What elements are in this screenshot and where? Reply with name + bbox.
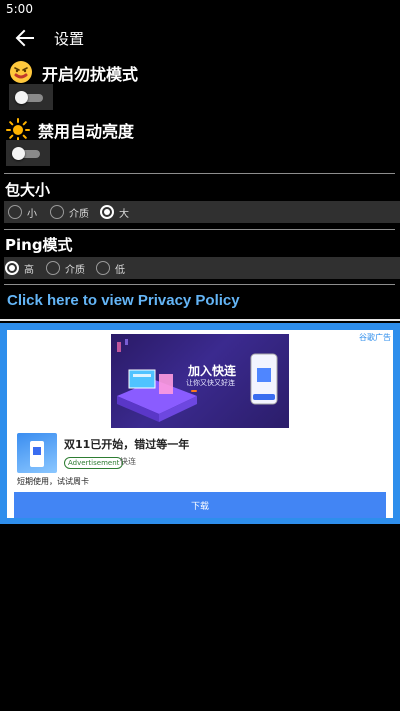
package-size-option-small[interactable]: 小 bbox=[8, 201, 37, 223]
auto-brightness-toggle-thumb bbox=[12, 147, 25, 160]
divider bbox=[4, 173, 395, 174]
banner-subtitle: 让你又快又好连 bbox=[186, 379, 235, 387]
setting-dnd: 开启勿扰模式 bbox=[0, 60, 400, 112]
ad-headline[interactable]: 双11已开始，错过等一年 bbox=[64, 436, 189, 452]
ad-advertiser: 快连 bbox=[120, 457, 136, 466]
radio-label: 大 bbox=[119, 208, 129, 220]
auto-brightness-toggle[interactable] bbox=[6, 140, 50, 166]
status-time: 5:00 bbox=[6, 2, 33, 16]
radio-circle bbox=[8, 205, 22, 219]
radio-circle bbox=[96, 261, 110, 275]
ad-badge: Advertisement bbox=[64, 457, 124, 469]
radio-circle bbox=[46, 261, 60, 275]
ping-mode-option-high[interactable]: 高 bbox=[5, 257, 34, 279]
ping-mode-option-medium[interactable]: 介质 bbox=[46, 257, 85, 279]
ad-app-icon[interactable] bbox=[17, 433, 57, 473]
ad-choices-label[interactable]: 谷歌广告 bbox=[359, 332, 391, 343]
ad-banner-image[interactable]: 加入快连 让你又快又好连 bbox=[111, 334, 289, 428]
package-size-title: 包大小 bbox=[5, 181, 51, 199]
radio-label: 高 bbox=[24, 264, 34, 276]
back-arrow-icon[interactable] bbox=[13, 26, 37, 50]
package-size-option-large[interactable]: 大 bbox=[100, 201, 129, 223]
radio-circle bbox=[50, 205, 64, 219]
ping-mode-title: Ping模式 bbox=[5, 236, 73, 254]
ad-container: 谷歌广告 加入快连 让你又快又好连 双11已开始，错过等一年 Advertise… bbox=[0, 323, 400, 524]
status-bar: 5:00 bbox=[0, 0, 400, 18]
radio-circle-selected bbox=[100, 205, 114, 219]
package-size-option-medium[interactable]: 介质 bbox=[50, 201, 89, 223]
dnd-toggle[interactable] bbox=[9, 84, 53, 110]
ad-card: 谷歌广告 加入快连 让你又快又好连 双11已开始，错过等一年 Advertise… bbox=[7, 330, 393, 518]
ad-download-button[interactable]: 下载 bbox=[14, 492, 386, 518]
ad-separator bbox=[0, 319, 400, 321]
radio-label: 介质 bbox=[65, 264, 85, 276]
phone-icon bbox=[30, 441, 44, 467]
dnd-title: 开启勿扰模式 bbox=[42, 65, 139, 84]
page-title: 设置 bbox=[54, 30, 85, 48]
sun-icon bbox=[6, 118, 30, 142]
setting-auto-brightness: 禁用自动亮度 bbox=[0, 116, 400, 168]
privacy-policy-link[interactable]: Click here to view Privacy Policy bbox=[7, 292, 240, 309]
dnd-toggle-thumb bbox=[15, 91, 28, 104]
divider bbox=[4, 284, 395, 285]
radio-circle-selected bbox=[5, 261, 19, 275]
ping-mode-radio-group: 高 介质 低 bbox=[4, 257, 400, 279]
divider bbox=[4, 229, 395, 230]
radio-label: 介质 bbox=[69, 208, 89, 220]
distressed-face-icon bbox=[10, 61, 32, 83]
banner-title: 加入快连 bbox=[188, 364, 237, 378]
auto-brightness-title: 禁用自动亮度 bbox=[38, 122, 135, 141]
app-bar: 设置 bbox=[0, 18, 400, 58]
ping-mode-option-low[interactable]: 低 bbox=[96, 257, 125, 279]
ad-body-text: 短期使用，试试周卡 bbox=[17, 477, 89, 486]
radio-label: 小 bbox=[27, 208, 37, 220]
banner-promo-tag bbox=[191, 390, 197, 392]
package-size-radio-group: 小 介质 大 bbox=[4, 201, 400, 223]
radio-label: 低 bbox=[115, 264, 125, 276]
